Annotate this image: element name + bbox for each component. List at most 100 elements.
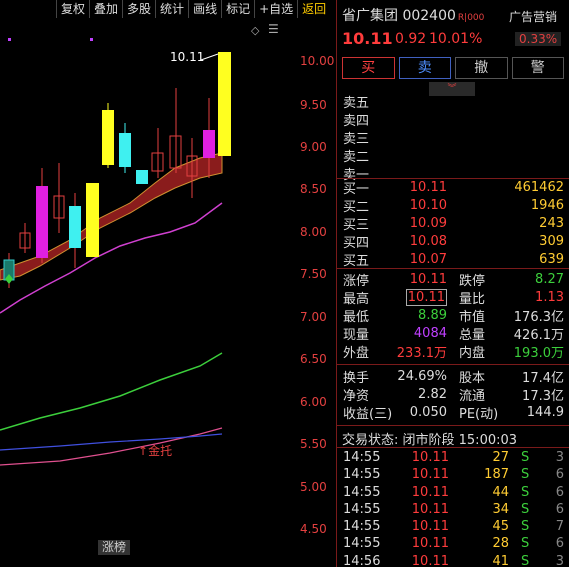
tick-price: 10.11 bbox=[411, 484, 449, 500]
price-tick: 6.00 bbox=[300, 395, 327, 409]
tick-time: 14:55 bbox=[343, 519, 381, 535]
tick-vol: 187 bbox=[484, 467, 509, 483]
candle bbox=[136, 170, 148, 184]
sell-button[interactable]: 卖 bbox=[398, 57, 451, 79]
bid-vol: 1946 bbox=[530, 197, 564, 213]
stat-value: 2.82 bbox=[418, 386, 447, 402]
tick-vol: 34 bbox=[492, 501, 509, 517]
tick-row: 14:55 10.11 28 S 6 bbox=[337, 536, 569, 553]
bid-vol: 639 bbox=[539, 251, 564, 267]
price-tick: 9.50 bbox=[300, 98, 327, 112]
tick-price: 10.11 bbox=[411, 467, 449, 483]
stat-row: 现量 4084 总量 426.1万 bbox=[337, 324, 569, 343]
toolbar-add-watchlist-button[interactable]: +自选 bbox=[254, 0, 297, 18]
stock-header: 省广集团 002400 R|000 广告营销 0.33% 10.11 0.92 1… bbox=[337, 0, 569, 55]
stat-row: 涨停 10.11 跌停 8.27 bbox=[337, 270, 569, 289]
tick-vol: 28 bbox=[492, 536, 509, 552]
tick-row: 14:55 10.11 187 S 6 bbox=[337, 467, 569, 484]
tick-price: 10.11 bbox=[411, 519, 449, 535]
stat-value-boxed: 10.11 bbox=[405, 288, 447, 306]
price-tick: 10.00 bbox=[300, 54, 335, 68]
stat-label: 外盘 bbox=[343, 345, 370, 361]
stat-label: 量比 bbox=[459, 291, 486, 307]
peak-price-label: 10.11 bbox=[170, 50, 205, 64]
price-tick: 5.50 bbox=[300, 437, 327, 451]
stat-value: 144.9 bbox=[526, 404, 564, 420]
bid-vol: 461462 bbox=[514, 179, 564, 195]
bid-row[interactable]: 买一 10.11 461462 bbox=[337, 178, 569, 197]
tick-count: 6 bbox=[555, 467, 564, 483]
stat-label: 最低 bbox=[343, 309, 370, 325]
kline-chart[interactable]: ◇ ☰ 10.11 ↑金托 涨榜 10.00 9.50 9.00 8.50 8.… bbox=[0, 18, 336, 567]
limit-up-tag[interactable]: 涨榜 bbox=[98, 540, 131, 555]
alert-button[interactable]: 警 bbox=[511, 57, 564, 79]
toolbar-draw-line-button[interactable]: 画线 bbox=[188, 0, 221, 18]
tick-vol: 44 bbox=[492, 484, 509, 500]
chart-option-icon[interactable]: ◇ bbox=[251, 24, 259, 37]
tick-price: 10.11 bbox=[411, 450, 449, 465]
stat-value: 24.69% bbox=[397, 368, 447, 384]
price-tick: 6.50 bbox=[300, 352, 327, 366]
bid-row[interactable]: 买二 10.10 1946 bbox=[337, 196, 569, 215]
bid-label: 买三 bbox=[343, 217, 370, 233]
bid-label: 买二 bbox=[343, 199, 370, 215]
toolbar-fuquan-button[interactable]: 复权 bbox=[56, 0, 89, 18]
tick-side: S bbox=[521, 467, 530, 483]
tick-price: 10.11 bbox=[411, 501, 449, 517]
price-change: 0.92 bbox=[395, 31, 427, 47]
stat-value: 17.4亿 bbox=[522, 370, 564, 386]
ask-row: 卖四 bbox=[337, 110, 569, 129]
candle bbox=[86, 183, 99, 257]
stat-label: 净资 bbox=[343, 388, 370, 404]
tick-side: S bbox=[521, 519, 530, 535]
price-tick: 5.00 bbox=[300, 480, 327, 494]
tick-count: 6 bbox=[555, 484, 564, 500]
tick-row: 14:55 10.11 44 S 6 bbox=[337, 485, 569, 502]
stat-value: 8.89 bbox=[418, 307, 447, 323]
ma-line-green bbox=[0, 352, 223, 431]
stat-label: 股本 bbox=[459, 370, 486, 386]
trade-state: 交易状态: 闭市阶段 15:00:03 bbox=[342, 433, 518, 448]
bid-price: 10.08 bbox=[409, 233, 447, 249]
kline-svg bbox=[0, 38, 231, 466]
tick-vol: 41 bbox=[492, 553, 509, 567]
stat-label: 最高 bbox=[343, 291, 370, 307]
stock-name: 省广集团 002400 R|000 bbox=[342, 5, 484, 25]
tick-side: S bbox=[521, 450, 530, 465]
candle bbox=[203, 130, 215, 158]
toolbar-back-button[interactable]: 返回 bbox=[297, 0, 330, 18]
tick-list[interactable]: 14:55 10.11 27 S 3 14:55 10.11 187 S 6 14:55 10.1… bbox=[337, 450, 569, 567]
quote-panel: 省广集团 002400 R|000 广告营销 0.33% 10.11 0.92 1… bbox=[337, 0, 569, 567]
ma-line-blue bbox=[0, 433, 223, 451]
ask-row: 卖二 bbox=[337, 146, 569, 165]
sector-label[interactable]: 广告营销 bbox=[509, 8, 557, 25]
tick-count: 3 bbox=[555, 450, 564, 465]
bid-row[interactable]: 买四 10.08 309 bbox=[337, 232, 569, 251]
bid-row[interactable]: 买五 10.07 639 bbox=[337, 250, 569, 269]
toolbar-mark-button[interactable]: 标记 bbox=[221, 0, 254, 18]
stat-row: 最低 8.89 市值 176.3亿 bbox=[337, 306, 569, 325]
toolbar-multi-stock-button[interactable]: 多股 bbox=[122, 0, 155, 18]
bid-row[interactable]: 买三 10.09 243 bbox=[337, 214, 569, 233]
bid-price: 10.09 bbox=[409, 215, 447, 231]
gold-signal-text: 金托 bbox=[148, 444, 173, 458]
stat-label: PE(动) bbox=[459, 406, 499, 422]
menu-icon[interactable]: ☰ bbox=[268, 22, 279, 36]
cancel-order-button[interactable]: 撤 bbox=[455, 57, 508, 79]
ask-row: 卖三 bbox=[337, 128, 569, 147]
buy-button[interactable]: 买 bbox=[342, 57, 395, 79]
tick-time: 14:55 bbox=[343, 467, 381, 483]
ask-label: 卖四 bbox=[343, 113, 370, 129]
ask-label: 卖二 bbox=[343, 149, 370, 165]
toolbar-overlay-button[interactable]: 叠加 bbox=[89, 0, 122, 18]
stat-row: 净资 2.82 流通 17.3亿 bbox=[337, 385, 569, 404]
marker-dot bbox=[90, 38, 93, 41]
gold-signal-label: ↑金托 bbox=[138, 444, 173, 458]
price-change-pct: 10.01% bbox=[429, 31, 483, 47]
price-tick: 8.00 bbox=[300, 225, 327, 239]
tick-side: S bbox=[521, 501, 530, 517]
ask-label: 卖三 bbox=[343, 131, 370, 147]
stat-label: 现量 bbox=[343, 327, 370, 343]
toolbar-stats-button[interactable]: 统计 bbox=[155, 0, 188, 18]
ask-row: 卖五 bbox=[337, 92, 569, 111]
